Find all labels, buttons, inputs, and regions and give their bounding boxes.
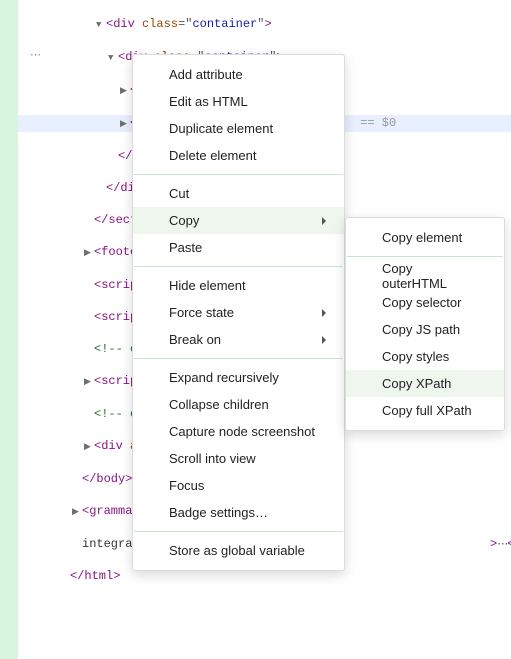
menu-edit-as-html[interactable]: Edit as HTML — [133, 88, 344, 115]
menu-separator — [134, 358, 343, 359]
menu-scroll-into-view[interactable]: Scroll into view — [133, 445, 344, 472]
menu-separator — [134, 174, 343, 175]
menu-delete-element[interactable]: Delete element — [133, 142, 344, 169]
submenu-copy-xpath[interactable]: Copy XPath — [346, 370, 504, 397]
submenu-copy-styles[interactable]: Copy styles — [346, 343, 504, 370]
menu-separator — [134, 266, 343, 267]
dom-node[interactable]: <div class="container"> — [18, 16, 511, 33]
submenu-copy-js-path[interactable]: Copy JS path — [346, 316, 504, 343]
menu-focus[interactable]: Focus — [133, 472, 344, 499]
menu-force-state[interactable]: Force state — [133, 299, 344, 326]
menu-expand-recursively[interactable]: Expand recursively — [133, 364, 344, 391]
menu-collapse-children[interactable]: Collapse children — [133, 391, 344, 418]
menu-duplicate-element[interactable]: Duplicate element — [133, 115, 344, 142]
menu-break-on[interactable]: Break on — [133, 326, 344, 353]
menu-hide-element[interactable]: Hide element — [133, 272, 344, 299]
submenu-copy-element[interactable]: Copy element — [346, 224, 504, 251]
menu-add-attribute[interactable]: Add attribute — [133, 61, 344, 88]
diff-gutter — [0, 0, 18, 659]
copy-submenu: Copy element Copy outerHTML Copy selecto… — [345, 217, 505, 431]
submenu-copy-full-xpath[interactable]: Copy full XPath — [346, 397, 504, 424]
ellipsis-icon[interactable]: ⋯ — [497, 537, 507, 553]
menu-copy[interactable]: Copy — [133, 207, 344, 234]
menu-store-as-global[interactable]: Store as global variable — [133, 537, 344, 564]
menu-capture-node-screenshot[interactable]: Capture node screenshot — [133, 418, 344, 445]
submenu-copy-selector[interactable]: Copy selector — [346, 289, 504, 316]
menu-badge-settings[interactable]: Badge settings… — [133, 499, 344, 526]
menu-paste[interactable]: Paste — [133, 234, 344, 261]
menu-separator — [347, 256, 503, 257]
menu-separator — [134, 531, 343, 532]
context-menu: Add attribute Edit as HTML Duplicate ele… — [132, 54, 345, 571]
submenu-copy-outerhtml[interactable]: Copy outerHTML — [346, 262, 504, 289]
menu-cut[interactable]: Cut — [133, 180, 344, 207]
